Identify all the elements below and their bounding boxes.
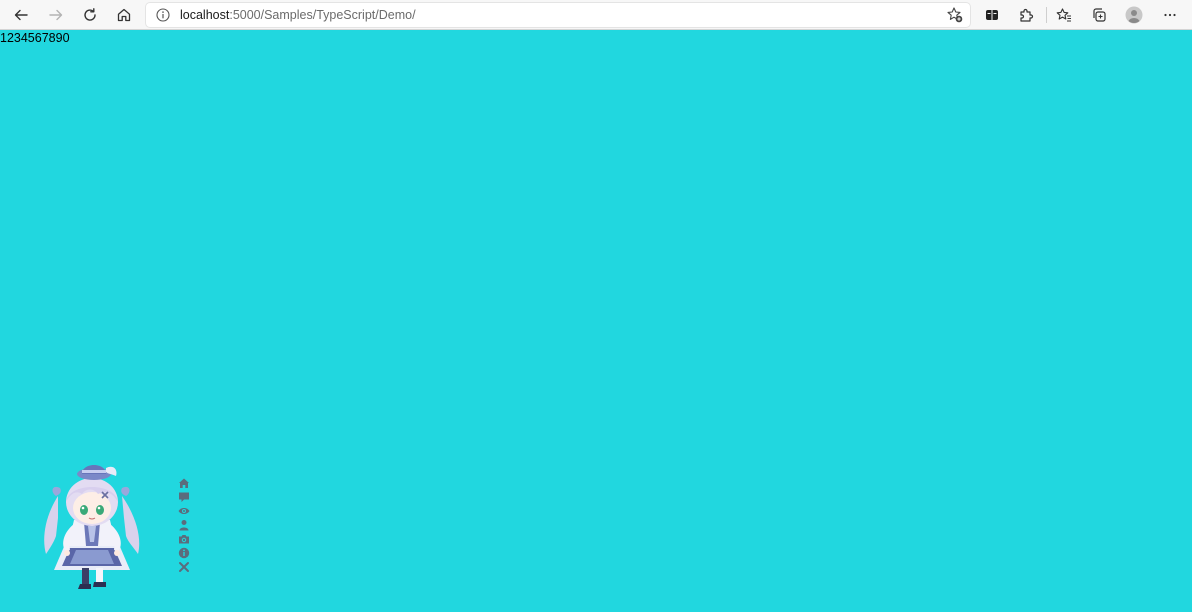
back-icon	[14, 9, 28, 21]
info-icon	[178, 547, 190, 558]
waifu-comment-button[interactable]	[178, 490, 191, 503]
home-icon	[117, 8, 131, 22]
more-icon	[1164, 13, 1176, 17]
immersive-reader-button[interactable]	[979, 3, 1005, 27]
home-icon	[179, 478, 189, 488]
refresh-icon	[84, 8, 96, 21]
live2d-character[interactable]	[36, 458, 148, 592]
waifu-eye-button[interactable]	[178, 504, 191, 517]
waifu-home-button[interactable]	[178, 476, 191, 489]
toolbar-separator	[1046, 7, 1047, 23]
profile-button[interactable]	[1121, 3, 1147, 27]
profile-icon	[1125, 6, 1143, 24]
waifu-close-button[interactable]	[178, 560, 191, 573]
browser-toolbar: localhost:5000/Samples/TypeScript/Demo/	[0, 0, 1192, 30]
comment-icon	[179, 492, 189, 502]
eye-icon	[178, 507, 190, 514]
favorites-button[interactable]	[1051, 3, 1077, 27]
user-icon	[179, 519, 189, 530]
home-button[interactable]	[111, 3, 137, 27]
info-icon[interactable]	[155, 7, 171, 23]
url-path: :5000/Samples/TypeScript/Demo/	[229, 8, 416, 22]
favorite-add-icon[interactable]	[946, 6, 964, 24]
more-button[interactable]	[1157, 3, 1183, 27]
refresh-button[interactable]	[77, 3, 103, 27]
forward-icon	[49, 9, 63, 21]
waifu-camera-button[interactable]	[178, 532, 191, 545]
waifu-info-button[interactable]	[178, 546, 191, 559]
extensions-icon	[1020, 8, 1034, 22]
collections-button[interactable]	[1086, 3, 1112, 27]
live2d-tools	[176, 476, 192, 573]
waifu-user-button[interactable]	[178, 518, 191, 531]
close-icon	[179, 561, 189, 572]
collections-icon	[1093, 8, 1106, 22]
extensions-button[interactable]	[1013, 3, 1039, 27]
url-text[interactable]: localhost:5000/Samples/TypeScript/Demo/	[180, 8, 416, 22]
camera-icon	[179, 534, 189, 543]
address-bar[interactable]: localhost:5000/Samples/TypeScript/Demo/	[146, 3, 970, 27]
back-button[interactable]	[8, 3, 34, 27]
url-host: localhost	[180, 8, 230, 22]
favorites-icon	[1056, 8, 1071, 22]
forward-button[interactable]	[43, 3, 69, 27]
immersive-reader-icon	[986, 10, 998, 20]
page-text: 1234567890	[0, 31, 70, 45]
